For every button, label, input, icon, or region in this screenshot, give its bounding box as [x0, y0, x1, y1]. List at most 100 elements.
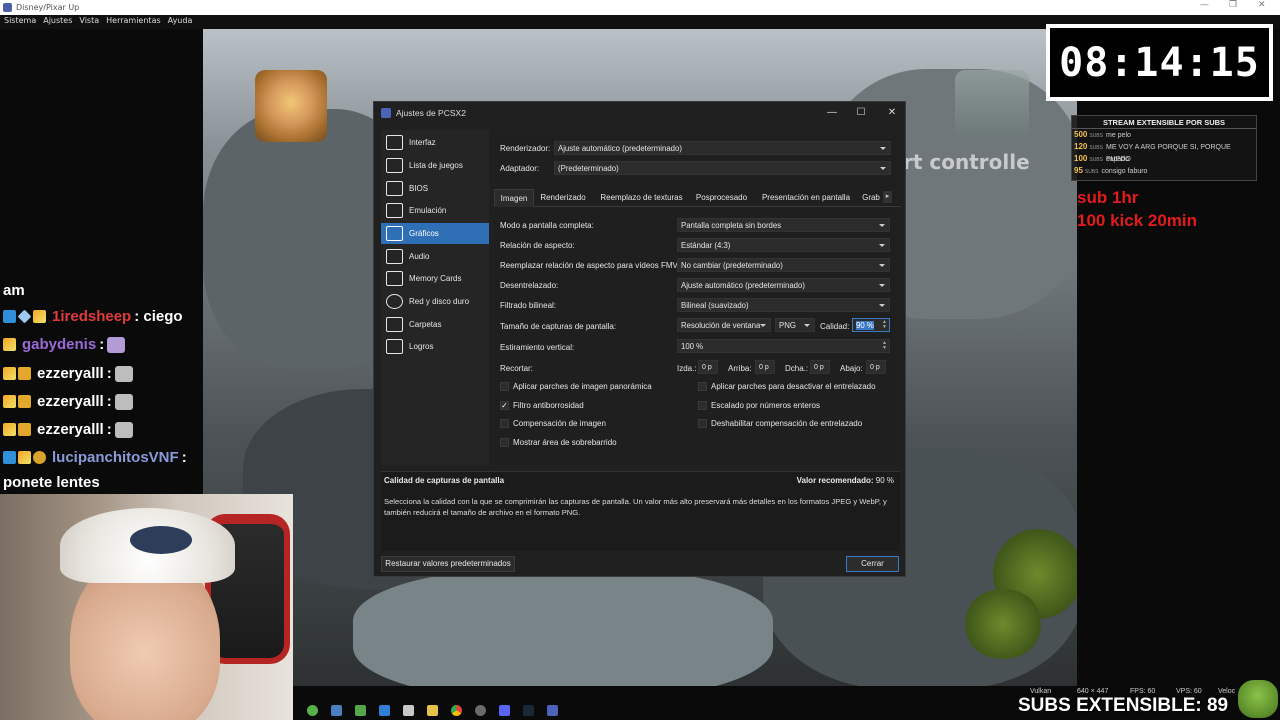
tab-renderizado[interactable]: Renderizado — [537, 189, 589, 207]
interface-icon — [386, 135, 403, 150]
minimize-icon[interactable]: — — [1200, 0, 1209, 10]
spin-arrows-icon[interactable]: ▲ ▼ — [881, 341, 888, 352]
no-interlace-patches-checkbox[interactable]: Aplicar parches para desactivar el entre… — [698, 382, 876, 391]
adapter-select[interactable]: (Predeterminado) — [554, 161, 891, 175]
quality-label: Calidad: — [820, 322, 850, 331]
nav-item-interfaz[interactable]: Interfaz — [381, 132, 489, 153]
menu-ayuda[interactable]: Ayuda — [164, 15, 196, 29]
spreadsheet-icon[interactable] — [355, 704, 366, 716]
nav-item-red[interactable]: Red y disco duro — [381, 291, 489, 312]
folder-icon — [386, 317, 403, 332]
checkbox-box[interactable] — [500, 382, 509, 391]
fullscreen-select[interactable]: Pantalla completa sin bordes — [677, 218, 890, 232]
rock — [353, 569, 773, 686]
folder-icon[interactable] — [427, 704, 438, 716]
widescreen-patches-checkbox[interactable]: Aplicar parches de imagen panorámica — [500, 382, 652, 391]
chat-message: ezzeryalll : — [3, 365, 133, 382]
tab-scroll-right-icon[interactable]: ▸ — [883, 191, 892, 203]
vertical-stretch-value[interactable]: 100 % — [681, 342, 703, 351]
chat-text: : — [106, 421, 112, 438]
quality-value[interactable]: 90 % — [856, 321, 874, 330]
pcsx2-taskbar-icon[interactable] — [547, 704, 558, 716]
steam-icon[interactable] — [523, 704, 534, 716]
tab-posprocesado[interactable]: Posprocesado — [693, 189, 750, 207]
info-description: Selecciona la calidad con la que se comp… — [384, 497, 887, 517]
fmv-aspect-select[interactable]: No cambiar (predeterminado) — [677, 258, 890, 272]
menu-herramientas[interactable]: Herramientas — [102, 15, 164, 29]
network-icon — [386, 294, 403, 309]
tab-presentacion[interactable]: Presentación en pantalla — [756, 189, 856, 207]
monitor-icon[interactable] — [331, 704, 342, 716]
close-icon[interactable]: ✕ — [882, 106, 902, 120]
nav-item-audio[interactable]: Audio — [381, 246, 489, 267]
tab-grabacion[interactable]: Grab — [860, 189, 882, 207]
crop-bottom-spinbox[interactable]: 0 p — [866, 360, 886, 374]
spin-arrows-icon[interactable]: ▲ ▼ — [881, 320, 888, 331]
grass — [963, 589, 1043, 659]
screen-offsets-checkbox[interactable]: Compensación de imagen — [500, 419, 606, 428]
nav-label: Gráficos — [409, 229, 439, 238]
crop-right-spinbox[interactable]: 0 p — [810, 360, 830, 374]
vertical-stretch-spinbox[interactable]: 100 % ▲ ▼ — [677, 339, 890, 353]
crop-label: Recortar: — [500, 364, 533, 373]
tab-imagen[interactable]: Imagen — [494, 189, 534, 207]
antiblur-checkbox[interactable]: ✓ Filtro antiborrosidad — [500, 401, 584, 410]
checkmark-icon[interactable]: ✓ — [500, 401, 509, 410]
close-icon[interactable]: ✕ — [1258, 0, 1266, 10]
subs-panel-title: STREAM EXTENSIBLE POR SUBS — [1072, 116, 1256, 129]
show-overscan-checkbox[interactable]: Mostrar área de sobrebarrido — [500, 438, 617, 447]
maximize-icon[interactable]: ❐ — [1229, 0, 1237, 10]
chat-text: am — [3, 282, 25, 299]
nav-item-graficos[interactable]: Gráficos — [381, 223, 489, 244]
checkbox-box[interactable] — [500, 419, 509, 428]
nav-item-bios[interactable]: BIOS — [381, 178, 489, 199]
mail-icon[interactable] — [379, 704, 390, 716]
obs-icon[interactable] — [475, 704, 486, 716]
restore-defaults-button[interactable]: Restaurar valores predeterminados — [381, 556, 515, 572]
maximize-icon[interactable]: ☐ — [851, 106, 871, 120]
pen-icon[interactable] — [403, 704, 414, 716]
tab-reemplazo-texturas[interactable]: Reemplazo de texturas — [594, 189, 689, 207]
discord-icon[interactable] — [499, 704, 510, 716]
renderer-label: Renderizador: — [500, 144, 551, 153]
menu-sistema[interactable]: Sistema — [0, 15, 39, 29]
chat-message: ponete lentes — [3, 474, 100, 491]
adapter-label: Adaptador: — [500, 164, 540, 173]
checkbox-box[interactable] — [500, 438, 509, 447]
menu-ajustes[interactable]: Ajustes — [39, 15, 75, 29]
chat-text: ponete lentes — [3, 474, 100, 491]
info-recommended: Valor recomendado: 90 % — [797, 476, 894, 485]
chat-username: ezzeryalll — [37, 365, 104, 382]
xbox-icon[interactable] — [307, 704, 318, 716]
nav-item-carpetas[interactable]: Carpetas — [381, 314, 489, 335]
checkbox-box[interactable] — [698, 419, 707, 428]
close-button[interactable]: Cerrar — [846, 556, 899, 572]
checkbox-box[interactable] — [698, 382, 707, 391]
crop-left-label: Izda.: — [677, 364, 697, 373]
pcsx2-app-icon — [3, 3, 12, 12]
checkbox-label: Compensación de imagen — [513, 419, 606, 428]
crop-top-spinbox[interactable]: 0 p — [755, 360, 775, 374]
integer-scaling-checkbox[interactable]: Escalado por números enteros — [698, 401, 820, 410]
minimize-icon[interactable]: — — [822, 106, 842, 120]
nav-item-lista-de-juegos[interactable]: Lista de juegos — [381, 155, 489, 176]
nav-item-memory-cards[interactable]: Memory Cards — [381, 268, 489, 289]
crop-left-spinbox[interactable]: 0 p — [698, 360, 718, 374]
quality-spinbox[interactable]: 90 % ▲ ▼ — [852, 318, 890, 332]
subs-goal-unit: SUBS — [1089, 133, 1103, 139]
chat-text: : ciego — [134, 308, 183, 325]
aspect-select[interactable]: Estándar (4:3) — [677, 238, 890, 252]
prime-badge-icon — [3, 310, 16, 323]
disable-interlace-offset-checkbox[interactable]: Deshabilitar compensación de entrelazado — [698, 419, 862, 428]
screenshot-format-select[interactable]: PNG — [775, 318, 815, 332]
chrome-icon[interactable] — [451, 704, 462, 716]
screenshot-size-select[interactable]: Resolución de ventana — [677, 318, 771, 332]
renderer-select[interactable]: Ajuste automático (predeterminado) — [554, 141, 891, 155]
bilinear-select[interactable]: Bilineal (suavizado) — [677, 298, 890, 312]
menu-vista[interactable]: Vista — [75, 15, 102, 29]
nav-label: Interfaz — [409, 138, 436, 147]
nav-item-emulacion[interactable]: Emulación — [381, 200, 489, 221]
deinterlace-select[interactable]: Ajuste automático (predeterminado) — [677, 278, 890, 292]
checkbox-box[interactable] — [698, 401, 707, 410]
nav-item-logros[interactable]: Logros — [381, 336, 489, 357]
